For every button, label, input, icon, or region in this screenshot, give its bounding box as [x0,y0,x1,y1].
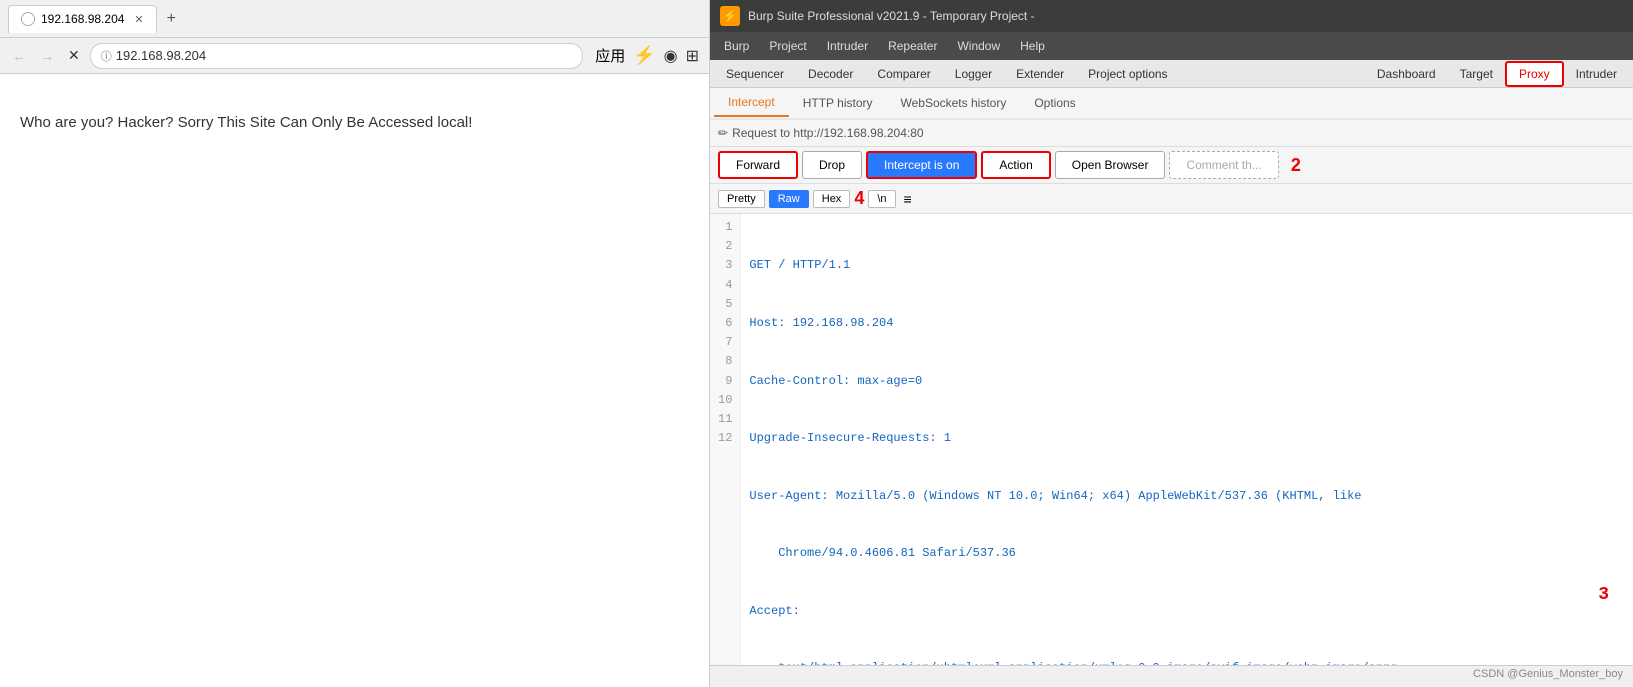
burp-panel: ⚡ Burp Suite Professional v2021.9 - Temp… [710,0,1633,687]
menu-intruder[interactable]: Intruder [817,35,878,57]
burp-nav1: Sequencer Decoder Comparer Logger Extend… [710,60,1633,88]
browser-content: Who are you? Hacker? Sorry This Site Can… [0,74,709,687]
forward-button[interactable]: Forward [718,151,798,179]
tab-http-history[interactable]: HTTP history [789,90,887,116]
nav1-comparer[interactable]: Comparer [865,63,942,85]
forward-btn[interactable]: → [36,46,58,66]
fmt-n-btn[interactable]: \n [868,190,895,208]
code-line-6: Accept: [749,602,1625,621]
request-content: 1 2 3 4 5 6 7 8 9 10 11 12 GET / HTTP/1.… [710,214,1633,665]
status-watermark: CSDN @Genius_Monster_boy [1473,668,1623,680]
browser-message: Who are you? Hacker? Sorry This Site Can… [20,114,689,131]
pencil-icon: ✏ [718,126,728,140]
nav1-decoder[interactable]: Decoder [796,63,865,85]
ext-btn-2[interactable]: ◉ [662,44,680,68]
nav1-project-options[interactable]: Project options [1076,63,1179,85]
open-browser-button[interactable]: Open Browser [1055,151,1166,179]
line-numbers: 1 2 3 4 5 6 7 8 9 10 11 12 [710,214,741,665]
burp-statusbar: CSDN @Genius_Monster_boy [710,665,1633,687]
burp-format-bar: Pretty Raw Hex 4 \n ≡ [710,184,1633,214]
browser-tab[interactable]: 192.168.98.204 ✕ [8,5,157,33]
nav1-target[interactable]: Target [1448,63,1505,85]
tab-websockets-history[interactable]: WebSockets history [887,90,1021,116]
annotation-3-label: 3 [1598,585,1609,605]
nav1-intruder[interactable]: Intruder [1564,63,1629,85]
annotation-2-label: 2 [1291,155,1301,176]
tab-intercept[interactable]: Intercept [714,89,789,117]
tab-favicon [21,12,35,26]
drop-button[interactable]: Drop [802,151,862,179]
address-icon: ⓘ [101,48,112,64]
ext-btn-1[interactable]: ⚡ [631,43,657,68]
request-code[interactable]: GET / HTTP/1.1 Host: 192.168.98.204 Cach… [741,214,1633,665]
tab-options[interactable]: Options [1020,90,1089,116]
burp-title: Burp Suite Professional v2021.9 - Tempor… [748,9,1035,23]
apps-btn[interactable]: 应用 [593,43,627,68]
annotation-4-label: 4 [854,188,864,209]
menu-project[interactable]: Project [759,35,816,57]
browser-panel: 192.168.98.204 ✕ + ← → ✕ ⓘ 192.168.98.20… [0,0,710,687]
burp-nav2: Intercept HTTP history WebSockets histor… [710,88,1633,120]
code-line-2: Host: 192.168.98.204 [749,314,1625,333]
request-label: ✏ Request to http://192.168.98.204:80 [718,126,1625,140]
menu-burp[interactable]: Burp [714,35,759,57]
nav1-extender[interactable]: Extender [1004,63,1076,85]
address-url: 192.168.98.204 [116,48,206,63]
burp-request-area: 1 2 3 4 5 6 7 8 9 10 11 12 GET / HTTP/1.… [710,214,1633,665]
fmt-raw-btn[interactable]: Raw [769,190,809,208]
comment-button[interactable]: Comment th... [1169,151,1278,179]
fmt-hex-btn[interactable]: Hex [813,190,851,208]
action-button[interactable]: Action [981,151,1050,179]
burp-logo-icon: ⚡ [720,6,740,26]
new-tab-btn[interactable]: + [167,10,176,28]
back-btn[interactable]: ← [8,46,30,66]
tab-title: 192.168.98.204 [41,12,124,26]
fmt-pretty-btn[interactable]: Pretty [718,190,765,208]
browser-toolbar: ← → ✕ ⓘ 192.168.98.204 应用 ⚡ ◉ ⊞ [0,38,709,74]
ext-btn-3[interactable]: ⊞ [684,44,701,68]
tab-close-btn[interactable]: ✕ [134,13,143,26]
burp-titlebar: ⚡ Burp Suite Professional v2021.9 - Temp… [710,0,1633,32]
code-line-3: Cache-Control: max-age=0 [749,372,1625,391]
code-line-5: User-Agent: Mozilla/5.0 (Windows NT 10.0… [749,487,1625,506]
menu-window[interactable]: Window [947,35,1010,57]
burp-menu-bar: Burp Project Intruder Repeater Window He… [710,32,1633,60]
intercept-on-button[interactable]: Intercept is on [866,151,977,179]
address-bar[interactable]: ⓘ 192.168.98.204 [90,43,583,69]
code-line-6b: text/html,application/xhtml+xml,applicat… [749,659,1625,665]
reload-close-btn[interactable]: ✕ [64,45,84,66]
menu-repeater[interactable]: Repeater [878,35,947,57]
fmt-menu-icon[interactable]: ≡ [904,191,912,207]
browser-extensions: 应用 ⚡ ◉ ⊞ [593,43,701,68]
code-line-4: Upgrade-Insecure-Requests: 1 [749,429,1625,448]
burp-buttons-bar: Forward Drop Intercept is on Action Open… [710,147,1633,184]
nav1-dashboard[interactable]: Dashboard [1365,63,1448,85]
nav1-logger[interactable]: Logger [943,63,1004,85]
menu-help[interactable]: Help [1010,35,1055,57]
browser-titlebar: 192.168.98.204 ✕ + [0,0,709,38]
nav1-sequencer[interactable]: Sequencer [714,63,796,85]
nav1-proxy[interactable]: Proxy [1505,61,1564,87]
request-url: Request to http://192.168.98.204:80 [732,126,923,140]
burp-controls: ✏ Request to http://192.168.98.204:80 [710,120,1633,147]
code-line-1: GET / HTTP/1.1 [749,256,1625,275]
code-line-5b: Chrome/94.0.4606.81 Safari/537.36 [749,544,1625,563]
